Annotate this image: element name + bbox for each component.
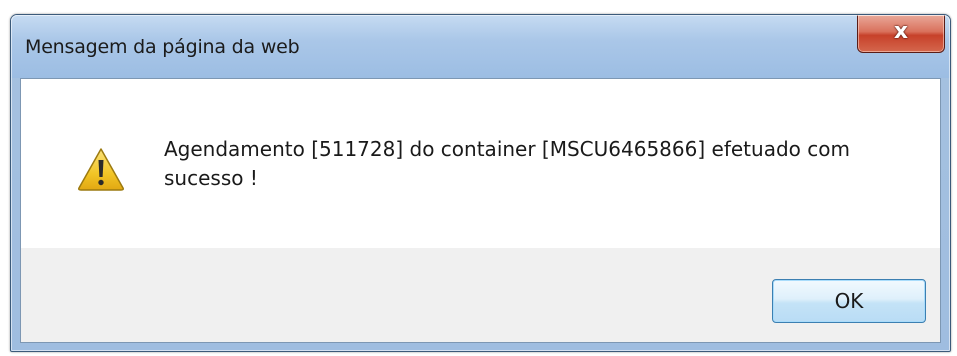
message-dialog: Mensagem da página da web x Agendamento … bbox=[10, 14, 951, 352]
ok-button[interactable]: OK bbox=[772, 279, 926, 323]
message-area: Agendamento [511728] do container [MSCU6… bbox=[21, 79, 940, 248]
dialog-message: Agendamento [511728] do container [MSCU6… bbox=[164, 137, 850, 190]
title-bar[interactable]: Mensagem da página da web x bbox=[11, 15, 950, 78]
close-button[interactable]: x bbox=[857, 15, 945, 53]
dialog-body: Agendamento [511728] do container [MSCU6… bbox=[20, 78, 941, 343]
close-icon: x bbox=[893, 19, 909, 44]
dialog-title: Mensagem da página da web bbox=[25, 36, 300, 58]
warning-icon bbox=[78, 148, 124, 191]
